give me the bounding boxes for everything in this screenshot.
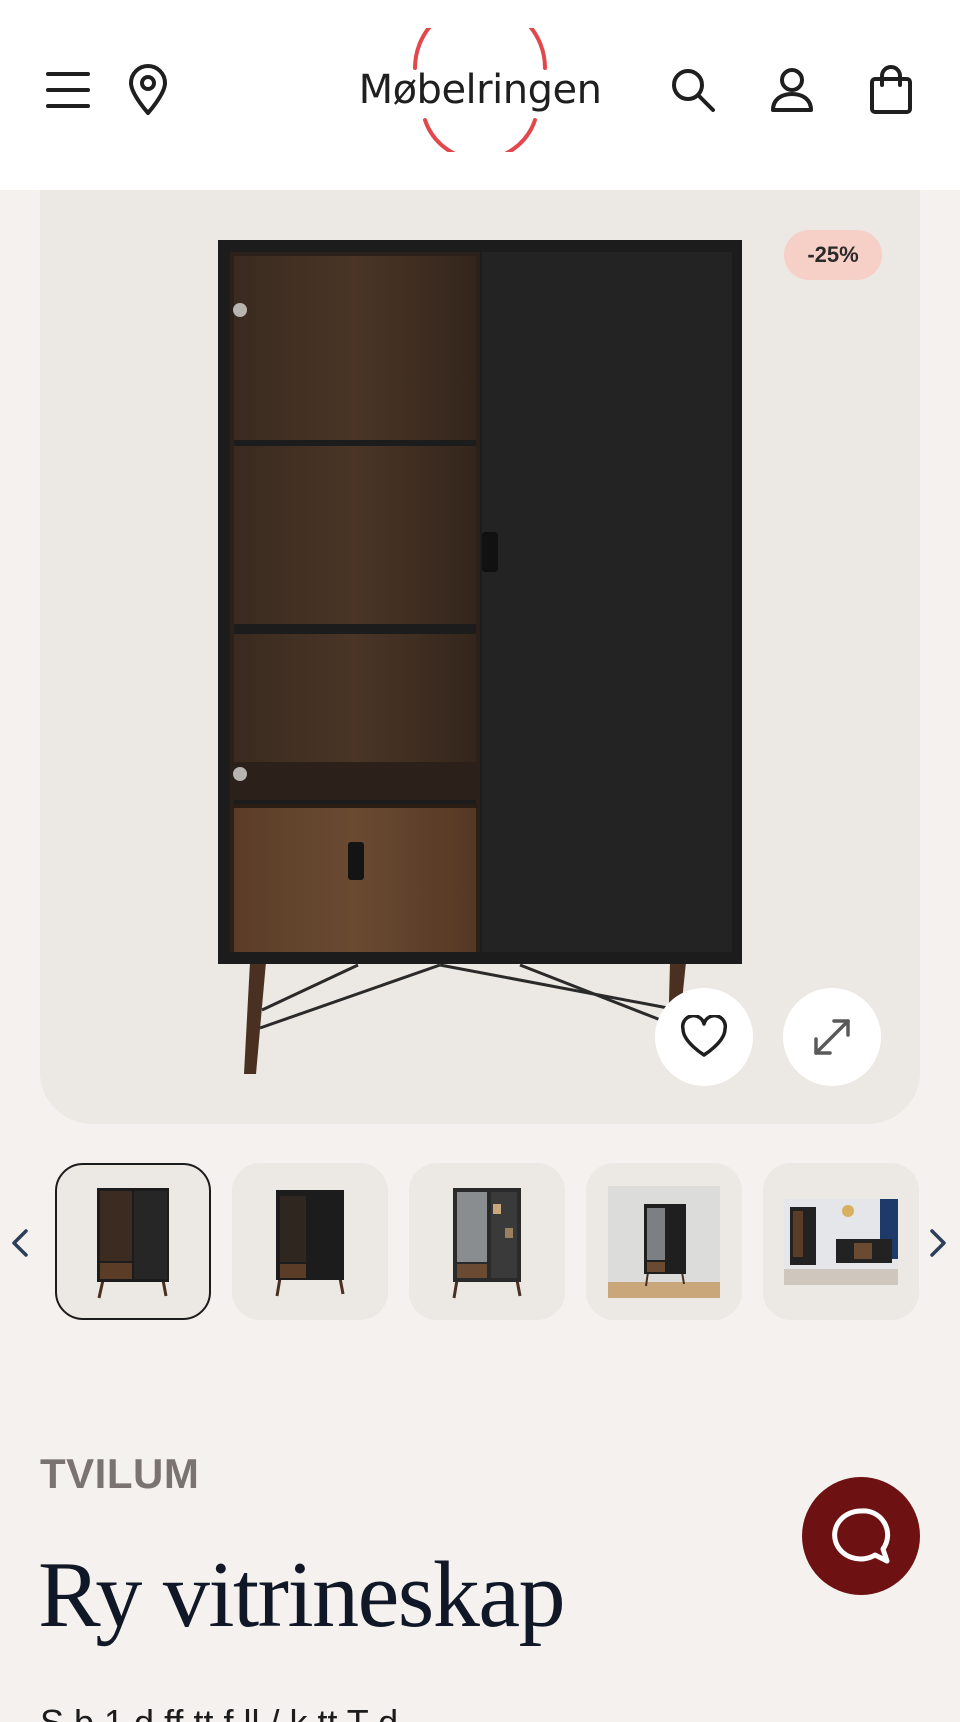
- discount-badge: -25%: [784, 230, 882, 280]
- product-brand[interactable]: TVILUM: [40, 1450, 199, 1498]
- thumbnail-image: [97, 1187, 169, 1298]
- search-icon: [672, 69, 715, 112]
- logo-text: Møbelringen: [358, 67, 602, 113]
- fullscreen-button[interactable]: [783, 988, 881, 1086]
- thumbnail-2[interactable]: [232, 1163, 388, 1320]
- cabinet-image: [218, 240, 742, 1074]
- location-pin-icon: [129, 64, 167, 115]
- chat-bubble-icon: [832, 1508, 891, 1564]
- favorite-button[interactable]: [655, 988, 753, 1086]
- heart-icon: [680, 1015, 728, 1057]
- product-description: S b 1 d ff tt f ll / k tt T d: [40, 1702, 398, 1722]
- gallery-next-button[interactable]: [918, 1219, 958, 1267]
- chat-button[interactable]: [802, 1477, 920, 1595]
- thumbnail-4[interactable]: [586, 1163, 742, 1320]
- chevron-right-icon: [930, 1229, 946, 1257]
- menu-button[interactable]: [38, 60, 98, 120]
- thumbnail-1[interactable]: [55, 1163, 211, 1320]
- thumbnail-5[interactable]: [763, 1163, 919, 1320]
- thumbnail-gallery: [0, 1163, 960, 1323]
- account-button[interactable]: [762, 60, 822, 120]
- thumbnail-image: [608, 1185, 720, 1298]
- thumbnail-image: [452, 1187, 522, 1298]
- shopping-bag-icon: [870, 65, 912, 114]
- thumbnail-image: [275, 1189, 345, 1296]
- search-button[interactable]: [663, 60, 723, 120]
- chevron-left-icon: [12, 1229, 28, 1257]
- thumbnail-image: [784, 1198, 898, 1285]
- menu-icon: [46, 72, 90, 108]
- site-header: Møbelringen: [0, 0, 960, 190]
- store-locator-button[interactable]: [118, 60, 178, 120]
- gallery-prev-button[interactable]: [0, 1219, 40, 1267]
- product-image-card[interactable]: [40, 190, 920, 1124]
- cart-button[interactable]: [861, 60, 921, 120]
- user-icon: [771, 68, 813, 112]
- expand-icon: [814, 1019, 850, 1055]
- thumbnail-3[interactable]: [409, 1163, 565, 1320]
- product-title: Ry vitrineskap: [38, 1543, 566, 1647]
- logo[interactable]: Møbelringen: [355, 28, 605, 152]
